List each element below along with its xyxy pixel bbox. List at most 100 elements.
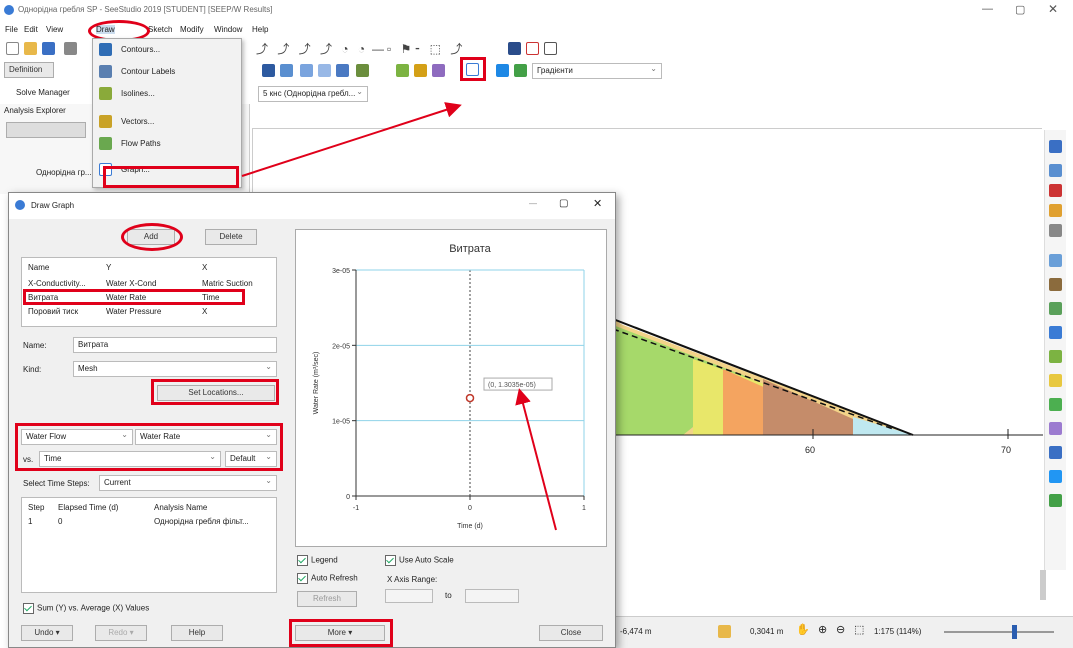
contour-labels-label: Contour Labels xyxy=(121,67,176,76)
help-button[interactable]: Help xyxy=(171,625,223,641)
side-tool-1-icon[interactable] xyxy=(1049,140,1062,153)
sum-average-label: Sum (Y) vs. Average (X) Values xyxy=(37,603,150,613)
mesh-icon[interactable] xyxy=(356,64,369,77)
side-tool-11-icon[interactable] xyxy=(1049,374,1062,387)
pan-icon[interactable]: ✋ xyxy=(796,623,810,636)
side-tool-14-icon[interactable] xyxy=(1049,446,1062,459)
chart-ylabel: Water Rate (m³/sec) xyxy=(313,352,320,415)
name-field[interactable]: Витрата xyxy=(73,337,277,353)
table-row[interactable]: 1 0 Однорідна гребля фільт... xyxy=(22,516,276,528)
header-step: Step xyxy=(28,503,45,512)
side-tool-16-icon[interactable] xyxy=(1049,494,1062,507)
pen-icon[interactable] xyxy=(526,42,539,55)
app-icon xyxy=(4,5,14,15)
maximize-icon[interactable]: ▢ xyxy=(1015,3,1025,16)
solve-manager-button[interactable]: Solve Manager xyxy=(16,88,70,97)
analysis-explorer-title: Analysis Explorer xyxy=(4,106,66,115)
results-icon[interactable] xyxy=(262,64,275,77)
menu-item-contour-labels[interactable]: Contour Labels xyxy=(93,61,241,83)
gradient-label: Градієнти xyxy=(537,66,573,75)
use-auto-scale-checkbox[interactable]: Use Auto Scale xyxy=(385,555,454,566)
x-range-to-field[interactable] xyxy=(465,589,519,603)
grid-icon[interactable] xyxy=(318,64,331,77)
open-icon[interactable] xyxy=(24,42,37,55)
menu-item-isolines[interactable]: Isolines... xyxy=(93,83,241,105)
dialog-maximize-icon[interactable]: ▢ xyxy=(559,198,568,209)
side-tool-13-icon[interactable] xyxy=(1049,422,1062,435)
sum-average-checkbox[interactable]: Sum (Y) vs. Average (X) Values xyxy=(23,603,149,614)
menu-help[interactable]: Help xyxy=(252,25,268,34)
undo-button[interactable]: Undo ▾ xyxy=(21,625,73,641)
side-tool-5-icon[interactable] xyxy=(1049,224,1062,237)
flowpath-tool-icon[interactable] xyxy=(432,64,445,77)
menu-view[interactable]: View xyxy=(46,25,63,34)
legend-checkbox[interactable]: Legend xyxy=(297,555,338,566)
redo-button[interactable]: Redo ▾ xyxy=(95,625,147,641)
menu-sketch[interactable]: Sketch xyxy=(148,25,172,34)
print-icon[interactable] xyxy=(64,42,77,55)
contour-labels-icon xyxy=(99,65,112,78)
side-tool-6-icon[interactable] xyxy=(1049,254,1062,267)
definition-button[interactable]: Definition xyxy=(4,62,54,78)
close-button[interactable]: Close xyxy=(539,625,603,641)
isoline-icon[interactable] xyxy=(396,64,409,77)
camera-icon[interactable] xyxy=(508,42,521,55)
zoom-in-icon[interactable]: ⊕ xyxy=(818,623,827,636)
legend-check-icon xyxy=(297,555,308,566)
snap-icon[interactable] xyxy=(718,625,731,638)
vectors-label: Vectors... xyxy=(121,117,155,126)
zoom-box-icon[interactable]: ⬚ xyxy=(854,623,864,636)
delete-graph-button[interactable]: Delete xyxy=(205,229,257,245)
menu-edit[interactable]: Edit xyxy=(24,25,38,34)
palette-icon[interactable] xyxy=(514,64,527,77)
save-icon[interactable] xyxy=(42,42,55,55)
close-icon[interactable]: ✕ xyxy=(1048,2,1058,16)
refresh-label: Refresh xyxy=(312,594,341,603)
auto-refresh-checkbox[interactable]: Auto Refresh xyxy=(297,573,358,584)
zoom-out-icon[interactable]: ⊖ xyxy=(836,623,845,636)
analysis-tree-item[interactable]: Однорідна гр... xyxy=(36,168,92,177)
bars-icon[interactable] xyxy=(336,64,349,77)
side-tool-2-icon[interactable] xyxy=(1049,164,1062,177)
side-tool-10-icon[interactable] xyxy=(1049,350,1062,363)
close-label: Close xyxy=(560,628,582,637)
contours-label: Contours... xyxy=(121,45,161,54)
vertical-scrollbar[interactable] xyxy=(1040,570,1046,600)
menu-item-vectors[interactable]: Vectors... xyxy=(93,111,241,133)
x-range-from-field[interactable] xyxy=(385,589,433,603)
color-legend-icon[interactable] xyxy=(496,64,509,77)
window-title: Однорідна гребля SP - SeeStudio 2019 [ST… xyxy=(18,5,273,14)
table-icon[interactable] xyxy=(300,64,313,77)
new-icon[interactable] xyxy=(6,42,19,55)
side-tool-12-icon[interactable] xyxy=(1049,398,1062,411)
minimize-icon[interactable]: — xyxy=(982,3,993,15)
side-tool-8-icon[interactable] xyxy=(1049,302,1062,315)
side-tool-15-icon[interactable] xyxy=(1049,470,1062,483)
zoom-slider-thumb[interactable] xyxy=(1012,625,1017,639)
menu-item-flow-paths[interactable]: Flow Paths xyxy=(93,133,241,155)
side-tool-7-icon[interactable] xyxy=(1049,278,1062,291)
menu-file[interactable]: File xyxy=(5,25,18,34)
menu-window[interactable]: Window xyxy=(214,25,242,34)
vector-tool-icon[interactable] xyxy=(414,64,427,77)
side-tool-9-icon[interactable] xyxy=(1049,326,1062,339)
side-tool-3-icon[interactable] xyxy=(1049,184,1062,197)
analysis-combo[interactable]: 5 кнс (Однорідна гребл... xyxy=(258,85,368,102)
side-tool-4-icon[interactable] xyxy=(1049,204,1062,217)
kind-select[interactable]: Mesh xyxy=(73,360,277,377)
contour-tool-icon[interactable] xyxy=(280,64,293,77)
gradient-combo[interactable]: Градієнти xyxy=(532,62,662,79)
define-analysis-button[interactable] xyxy=(6,122,86,138)
zoom-fit-icon[interactable] xyxy=(544,42,557,55)
menu-item-contours[interactable]: Contours... xyxy=(93,39,241,61)
time-steps-select[interactable]: Current xyxy=(99,474,277,491)
dialog-minimize-icon[interactable]: — xyxy=(529,199,537,208)
menu-bar: File Edit View Draw Sketch Modify Window… xyxy=(0,22,320,38)
refresh-button[interactable]: Refresh xyxy=(297,591,357,607)
table-row[interactable]: Поровий тиск Water Pressure X xyxy=(22,306,276,318)
menu-modify[interactable]: Modify xyxy=(180,25,204,34)
sketch-tools-icons[interactable]: ⤴ ⤴ ⤴ ⤴ ◔ ◔ xyxy=(256,40,368,57)
dialog-close-icon[interactable]: ✕ xyxy=(593,197,602,210)
view-tools-icons[interactable]: —▫ ⚑⁃ ⬚ ⤴ xyxy=(372,40,465,57)
zoom-slider-track[interactable] xyxy=(944,631,1054,633)
